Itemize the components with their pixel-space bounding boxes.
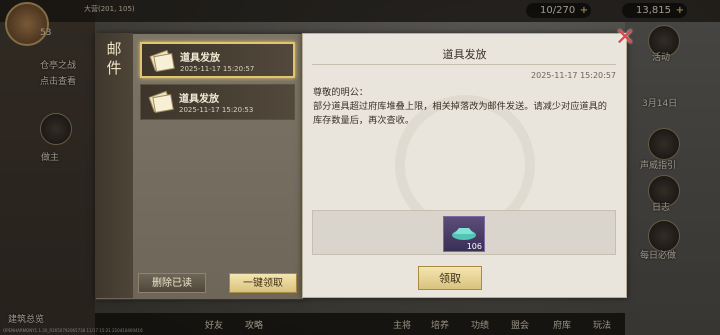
mail-list-item[interactable]: 道具发放 2025-11-17 15:20:57 xyxy=(140,42,295,78)
claim-button[interactable]: 领取 xyxy=(418,266,482,290)
claim-all-button[interactable]: 一键领取 xyxy=(229,273,297,293)
attachment-item-slot[interactable]: 106 xyxy=(443,216,485,252)
mail-list-item[interactable]: 道具发放 2025-11-17 15:20:53 xyxy=(140,84,295,120)
delete-read-button[interactable]: 删除已读 xyxy=(138,273,206,293)
close-icon[interactable]: ✕ xyxy=(614,25,636,49)
jade-item-icon xyxy=(452,228,476,240)
mail-detail-body: 尊敬的明公： 部分道具超过府库堆叠上限，相关掉落改为邮件发送。请减少对应道具的库… xyxy=(313,87,607,126)
mail-tab-title: 邮件 xyxy=(106,40,122,77)
mail-detail-title: 道具发放 xyxy=(442,48,487,61)
mail-item-date: 2025-11-17 15:20:57 xyxy=(180,65,255,73)
mail-item-title: 道具发放 xyxy=(180,53,220,64)
attachment-item-count: 106 xyxy=(466,242,482,251)
scroll-letter-icon xyxy=(148,90,174,114)
mail-detail-date: 2025-11-17 15:20:57 xyxy=(531,71,616,80)
scroll-letter-icon xyxy=(149,49,175,73)
title-divider xyxy=(312,64,616,65)
mail-item-title: 道具发放 xyxy=(179,94,219,105)
mail-item-date: 2025-11-17 15:20:53 xyxy=(179,106,254,114)
